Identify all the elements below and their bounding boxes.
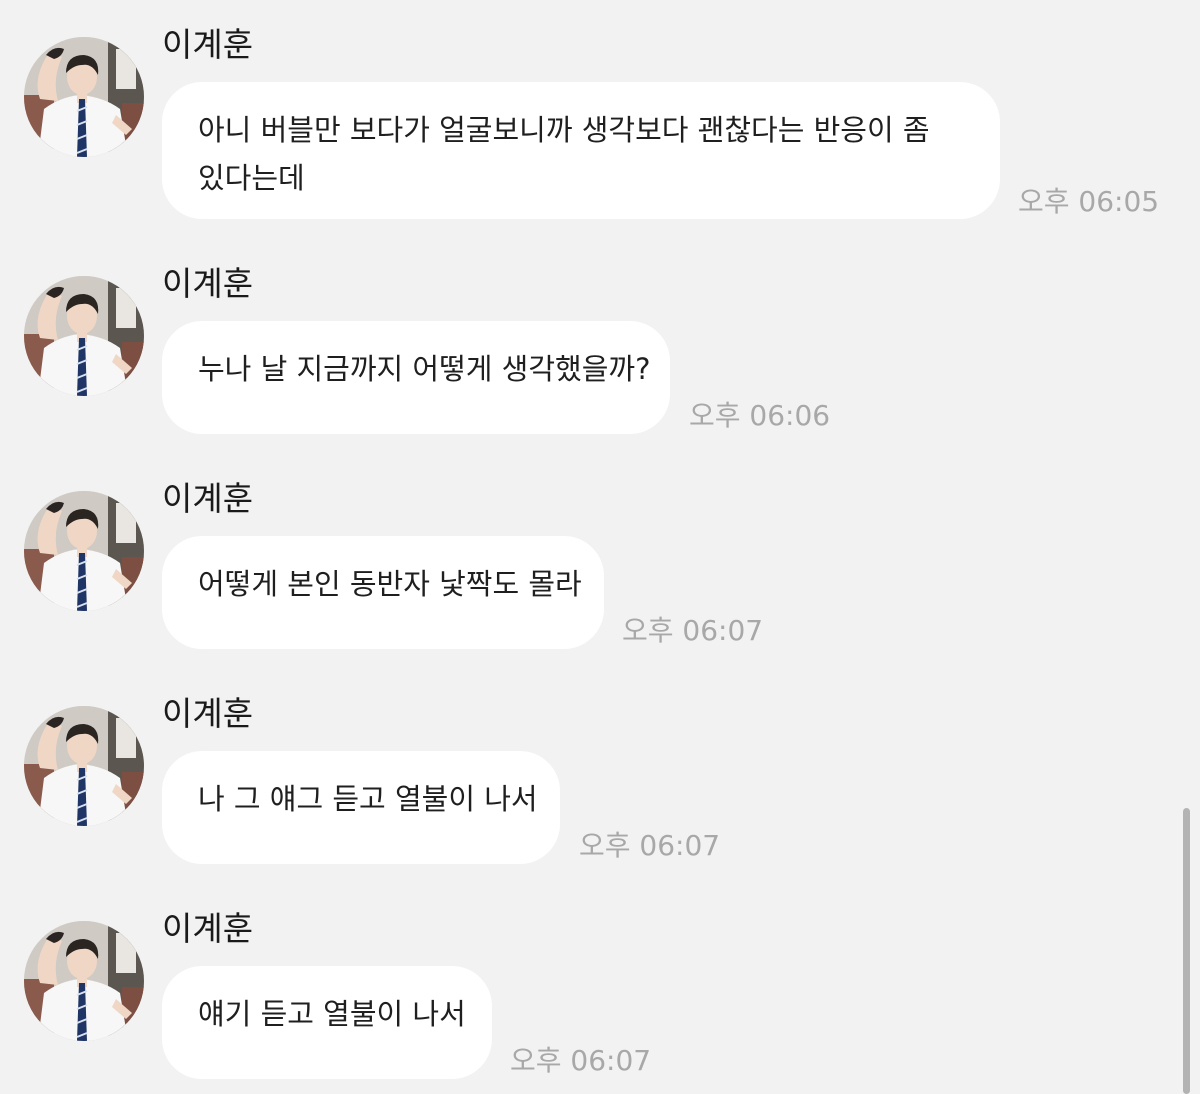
scrollbar[interactable] [1183,808,1190,1094]
sender-name: 이계훈 [162,479,254,518]
avatar[interactable] [24,491,144,611]
message-bubble[interactable]: 나 그 얘그 듣고 열불이 나서 [162,751,560,864]
message-bubble[interactable]: 얘기 듣고 열불이 나서 [162,966,492,1079]
chat-thread[interactable]: 이계훈 아니 버블만 보다가 얼굴보니까 생각보다 괜찮다는 반응이 좀 있다는… [0,0,1200,1094]
profile-photo-icon [24,491,144,611]
message-bubble[interactable]: 어떻게 본인 동반자 낯짝도 몰라 [162,536,604,649]
sender-name: 이계훈 [162,909,254,948]
profile-photo-icon [24,921,144,1041]
message-timestamp: 오후 06:07 [510,1044,652,1077]
sender-name: 이계훈 [162,25,254,64]
message-timestamp: 오후 06:05 [1018,185,1160,218]
message-timestamp: 오후 06:06 [689,399,831,432]
sender-name: 이계훈 [162,264,254,303]
message-bubble[interactable]: 아니 버블만 보다가 얼굴보니까 생각보다 괜찮다는 반응이 좀 있다는데 [162,82,1000,219]
message-timestamp: 오후 06:07 [622,614,764,647]
avatar[interactable] [24,37,144,157]
avatar[interactable] [24,276,144,396]
avatar[interactable] [24,706,144,826]
profile-photo-icon [24,276,144,396]
sender-name: 이계훈 [162,694,254,733]
avatar[interactable] [24,921,144,1041]
message-timestamp: 오후 06:07 [579,829,721,862]
profile-photo-icon [24,706,144,826]
message-bubble[interactable]: 누나 날 지금까지 어떻게 생각했을까? [162,321,670,434]
profile-photo-icon [24,37,144,157]
